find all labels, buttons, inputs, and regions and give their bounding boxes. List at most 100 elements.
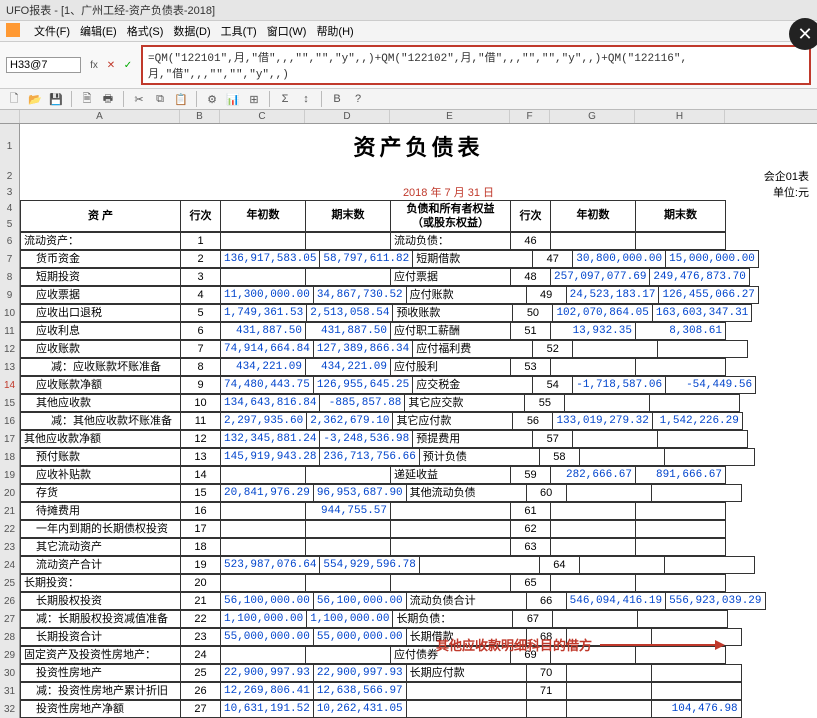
- line-no[interactable]: 2: [181, 251, 221, 268]
- row-header[interactable]: 13: [0, 358, 20, 376]
- asset-name[interactable]: 其他应收款: [21, 395, 181, 412]
- cell-reference[interactable]: [6, 57, 81, 73]
- line-no[interactable]: 15: [181, 485, 221, 502]
- end-val[interactable]: 58,797,611.82: [320, 251, 413, 268]
- line-no[interactable]: 21: [181, 593, 221, 610]
- begin-val[interactable]: 431,887.50: [221, 323, 306, 340]
- line-no[interactable]: 3: [181, 269, 221, 286]
- row-header[interactable]: 27: [0, 610, 20, 628]
- end-val2[interactable]: [638, 611, 728, 628]
- liab-name[interactable]: 应交税金: [413, 377, 533, 394]
- liab-name[interactable]: 短期借款: [413, 251, 533, 268]
- end-val2[interactable]: 15,000,000.00: [666, 251, 759, 268]
- liab-name[interactable]: 应付福利费: [413, 341, 533, 358]
- line-no[interactable]: 7: [181, 341, 221, 358]
- liab-name[interactable]: 应付股利: [391, 359, 511, 376]
- row-header[interactable]: 5: [0, 216, 20, 232]
- line-no[interactable]: 10: [181, 395, 221, 412]
- end-val2[interactable]: 126,455,066.27: [659, 287, 758, 304]
- line-no2[interactable]: 67: [513, 611, 553, 628]
- row-header[interactable]: 3: [0, 184, 20, 200]
- asset-name[interactable]: 应收补贴款: [21, 467, 181, 484]
- end-val[interactable]: 34,867,730.52: [313, 287, 406, 304]
- row-header[interactable]: 29: [0, 646, 20, 664]
- col-f[interactable]: F: [510, 110, 550, 123]
- row-header[interactable]: 6: [0, 232, 20, 250]
- end-val[interactable]: 434,221.09: [306, 359, 391, 376]
- end-val[interactable]: 431,887.50: [306, 323, 391, 340]
- begin-val[interactable]: 20,841,976.29: [221, 485, 314, 502]
- begin-val[interactable]: [221, 233, 306, 250]
- asset-name[interactable]: 其它流动资产: [21, 539, 181, 556]
- help-icon[interactable]: ?: [350, 91, 366, 107]
- begin-val2[interactable]: [551, 359, 636, 376]
- begin-val2[interactable]: [551, 575, 636, 592]
- line-no2[interactable]: 65: [511, 575, 551, 592]
- asset-name[interactable]: 短期投资: [21, 269, 181, 286]
- asset-name[interactable]: 其他应收款净额: [21, 431, 181, 448]
- paste-icon[interactable]: 📋: [173, 91, 189, 107]
- row-header[interactable]: 10: [0, 304, 20, 322]
- line-no2[interactable]: 54: [533, 377, 573, 394]
- begin-val[interactable]: [221, 269, 306, 286]
- end-val[interactable]: 22,900,997.93: [313, 665, 406, 682]
- line-no[interactable]: 23: [181, 629, 221, 646]
- begin-val[interactable]: 22,900,997.93: [221, 665, 314, 682]
- begin-val[interactable]: 74,480,443.75: [221, 377, 314, 394]
- begin-val2[interactable]: -1,718,587.06: [573, 377, 666, 394]
- preview-icon[interactable]: 🗎: [79, 91, 95, 107]
- begin-val2[interactable]: 257,097,077.69: [551, 269, 650, 286]
- copy-icon[interactable]: ⧉: [152, 91, 168, 107]
- end-val2[interactable]: [650, 395, 740, 412]
- end-val[interactable]: 126,955,645.25: [313, 377, 412, 394]
- end-val[interactable]: [306, 575, 391, 592]
- row-header[interactable]: 7: [0, 250, 20, 268]
- begin-val2[interactable]: [551, 233, 636, 250]
- end-val2[interactable]: [651, 485, 741, 502]
- line-no[interactable]: 27: [181, 701, 221, 718]
- begin-val2[interactable]: [566, 665, 651, 682]
- end-val[interactable]: [306, 539, 391, 556]
- cut-icon[interactable]: ✂: [131, 91, 147, 107]
- sum-icon[interactable]: Σ: [277, 91, 293, 107]
- line-no2[interactable]: 46: [511, 233, 551, 250]
- begin-val2[interactable]: 282,666.67: [551, 467, 636, 484]
- row-header[interactable]: 30: [0, 664, 20, 682]
- line-no[interactable]: 16: [181, 503, 221, 520]
- asset-name[interactable]: 减：投资性房地产累计折旧: [21, 683, 181, 700]
- line-no2[interactable]: 61: [511, 503, 551, 520]
- line-no2[interactable]: 60: [526, 485, 566, 502]
- end-val2[interactable]: [658, 341, 748, 358]
- end-val[interactable]: 944,755.57: [306, 503, 391, 520]
- row-header[interactable]: 16: [0, 412, 20, 430]
- line-no[interactable]: 13: [181, 449, 221, 466]
- end-val2[interactable]: [664, 449, 754, 466]
- begin-val[interactable]: 55,000,000.00: [221, 629, 314, 646]
- begin-val2[interactable]: 546,094,416.19: [566, 593, 665, 610]
- begin-val2[interactable]: [573, 431, 658, 448]
- line-no2[interactable]: 53: [511, 359, 551, 376]
- line-no2[interactable]: 63: [511, 539, 551, 556]
- end-val[interactable]: 12,638,566.97: [313, 683, 406, 700]
- asset-name[interactable]: 长期投资：: [21, 575, 181, 592]
- line-no2[interactable]: 51: [511, 323, 551, 340]
- open-icon[interactable]: 📂: [27, 91, 43, 107]
- save-icon[interactable]: 💾: [48, 91, 64, 107]
- chart-icon[interactable]: 📊: [225, 91, 241, 107]
- line-no2[interactable]: 71: [526, 683, 566, 700]
- row-header[interactable]: 9: [0, 286, 20, 304]
- row-header[interactable]: 18: [0, 448, 20, 466]
- row-header[interactable]: 17: [0, 430, 20, 448]
- row-header[interactable]: 22: [0, 520, 20, 538]
- begin-val[interactable]: 523,987,076.64: [221, 557, 320, 574]
- col-h[interactable]: H: [635, 110, 725, 123]
- row-header[interactable]: 24: [0, 556, 20, 574]
- line-no2[interactable]: 64: [539, 557, 579, 574]
- line-no2[interactable]: 57: [533, 431, 573, 448]
- end-val2[interactable]: 1,542,226.29: [652, 413, 742, 430]
- line-no[interactable]: 11: [181, 413, 221, 430]
- liab-name[interactable]: 其他流动负债: [406, 485, 526, 502]
- end-val2[interactable]: [636, 575, 726, 592]
- asset-name[interactable]: 应收利息: [21, 323, 181, 340]
- row-header[interactable]: 12: [0, 340, 20, 358]
